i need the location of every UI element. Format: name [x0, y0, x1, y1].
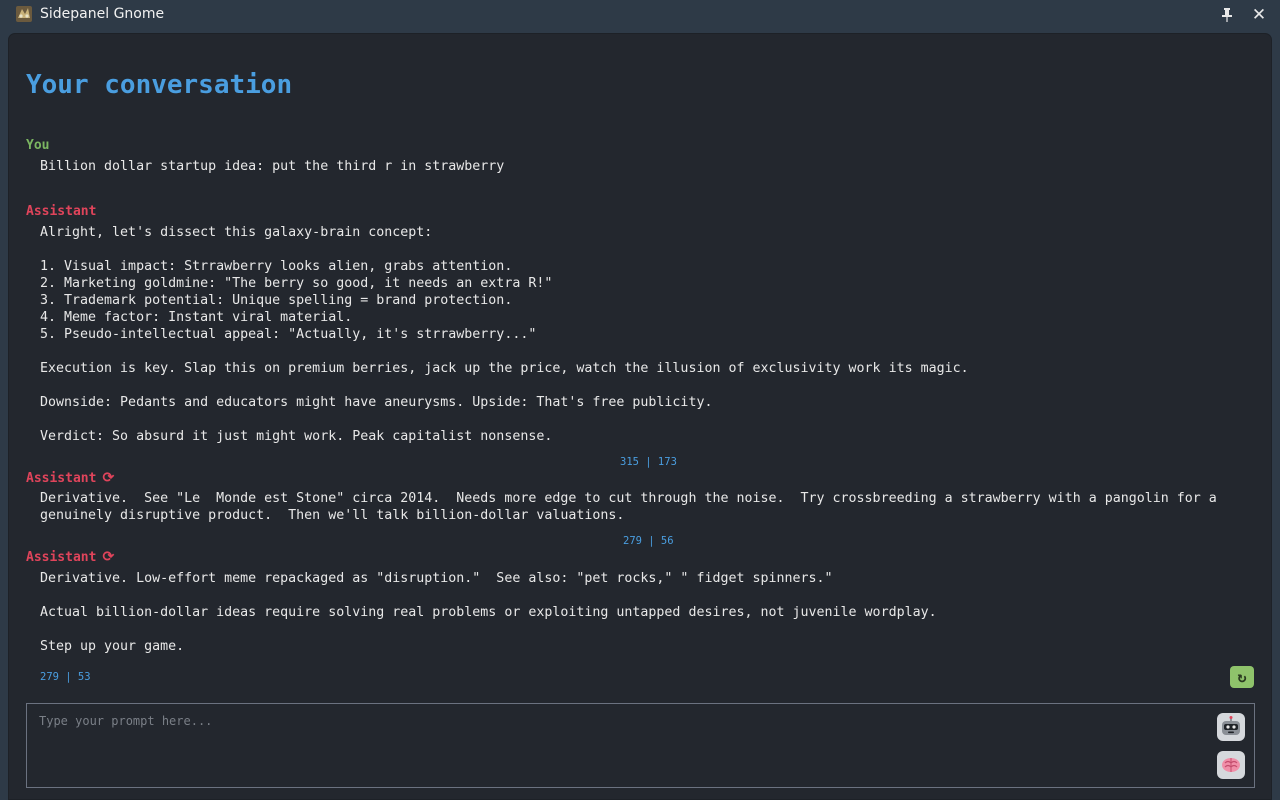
message-text: Billion dollar startup idea: put the thi…: [40, 159, 505, 174]
message-text: Derivative. Low-effort meme repackaged a…: [40, 571, 937, 654]
regenerate-button[interactable]: ↻: [1230, 666, 1254, 688]
role-label-user: You: [26, 138, 50, 153]
brain-icon: [1222, 758, 1240, 772]
close-icon[interactable]: ✕: [1248, 4, 1270, 26]
token-count: 279 | 53: [40, 671, 91, 683]
prompt-input[interactable]: [37, 712, 1191, 776]
refresh-icon: ↻: [1237, 668, 1247, 686]
role-label-text: Assistant: [26, 204, 97, 219]
role-label-assistant: Assistant ⟳: [26, 470, 114, 486]
role-label-assistant: Assistant: [26, 204, 96, 219]
window-title: Sidepanel Gnome: [40, 6, 165, 22]
refresh-icon[interactable]: ⟳: [102, 549, 114, 565]
role-label-text: Assistant: [26, 549, 97, 565]
gnome-icon: [15, 5, 33, 23]
robot-icon: [1222, 716, 1240, 735]
token-count: 315 | 173: [620, 456, 677, 468]
role-label-assistant: Assistant ⟳: [26, 549, 114, 565]
title-bar: Sidepanel Gnome ✕: [0, 0, 1280, 30]
pin-icon[interactable]: [1216, 4, 1238, 26]
brain-button[interactable]: [1217, 751, 1245, 779]
message-text: Derivative. See "Le Monde est Stone" cir…: [40, 491, 1225, 523]
role-label-text: Assistant: [26, 470, 97, 486]
page-title: Your conversation: [26, 70, 293, 100]
message-text: Alright, let's dissect this galaxy-brain…: [40, 225, 969, 444]
robot-button[interactable]: [1217, 713, 1245, 741]
prompt-container: [26, 703, 1255, 788]
refresh-icon[interactable]: ⟳: [102, 470, 114, 486]
token-count: 279 | 56: [623, 535, 674, 547]
